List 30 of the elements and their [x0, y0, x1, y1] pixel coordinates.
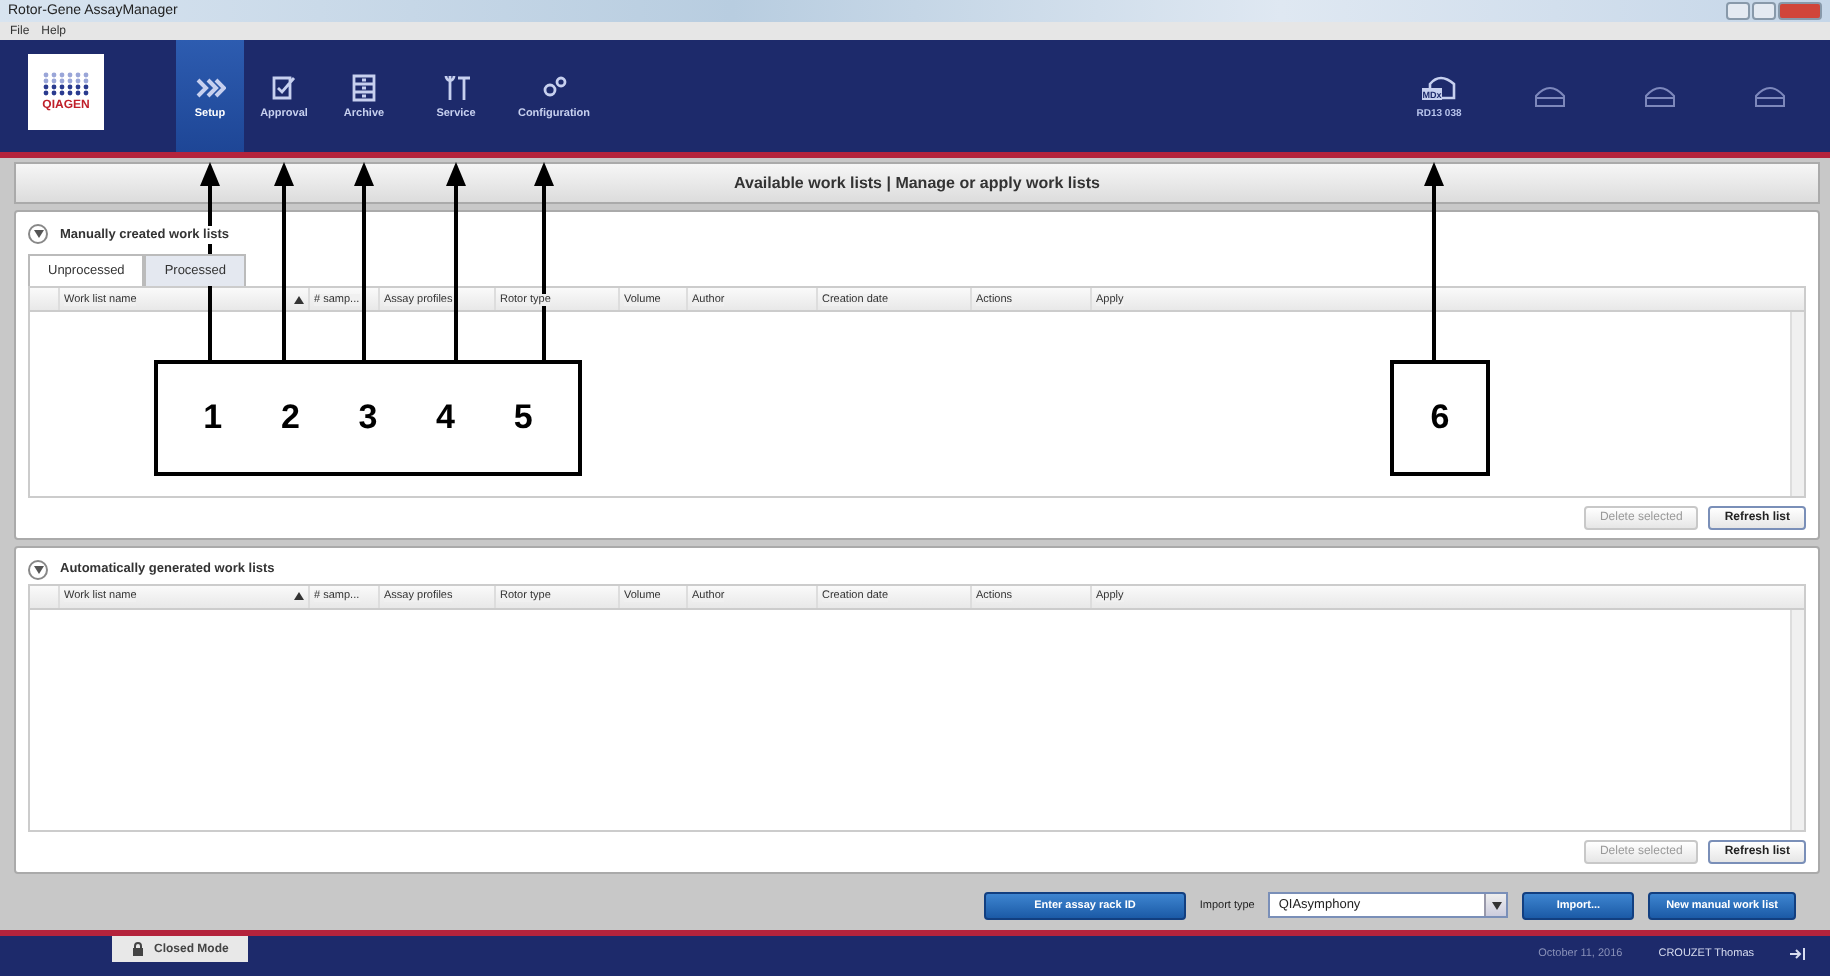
cycler-icon	[1643, 84, 1675, 108]
chevrons-icon	[194, 73, 226, 101]
lock-icon	[132, 942, 144, 956]
caret-icon	[33, 230, 43, 238]
callout-number: 2	[280, 398, 300, 438]
collapse-toggle[interactable]	[28, 224, 48, 244]
callout-number: 1	[203, 398, 223, 438]
minimize-button[interactable]	[1726, 2, 1750, 20]
checklist-icon	[268, 73, 300, 101]
cycler-icon	[1753, 84, 1785, 108]
collapse-toggle[interactable]	[28, 559, 48, 579]
sort-up-icon	[294, 295, 304, 303]
maximize-button[interactable]	[1752, 2, 1776, 20]
callout-number: 3	[358, 398, 378, 438]
logout-icon[interactable]	[1790, 945, 1810, 961]
cabinet-icon	[348, 73, 380, 101]
page-header: Available work lists | Manage or apply work lists	[14, 162, 1820, 204]
tools-icon	[440, 73, 472, 101]
cycler-icon	[1533, 84, 1565, 108]
dropdown-arrow-icon	[1491, 901, 1502, 909]
caret-icon	[33, 565, 43, 573]
callout-number: 5	[513, 398, 533, 438]
scrollbar[interactable]	[1790, 312, 1804, 495]
sort-up-icon	[294, 592, 304, 600]
gears-icon	[538, 73, 570, 101]
callout-number: 4	[436, 398, 456, 438]
callout-number: 6	[1430, 398, 1450, 438]
scrollbar[interactable]	[1790, 609, 1804, 830]
close-button[interactable]	[1778, 2, 1822, 20]
dot-grid-icon	[42, 72, 90, 96]
